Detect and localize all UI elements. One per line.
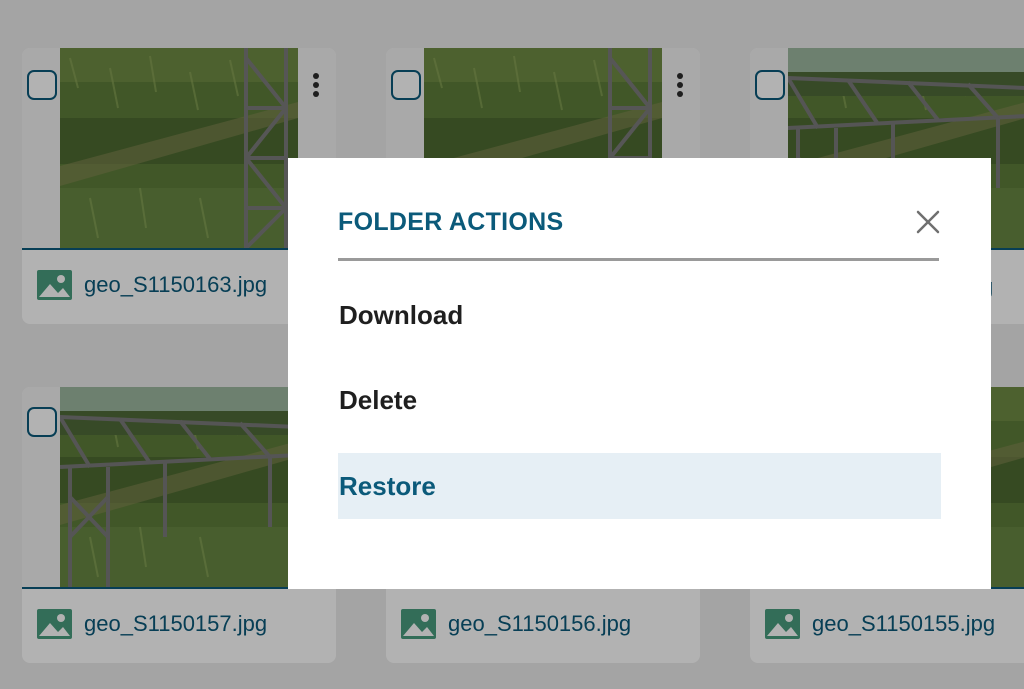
folder-actions-dialog: FOLDER ACTIONS Download Delete Restore (288, 158, 991, 589)
dialog-divider (338, 258, 939, 261)
menu-item-restore[interactable]: Restore (338, 453, 941, 519)
dialog-title: FOLDER ACTIONS (338, 208, 564, 236)
close-icon[interactable] (910, 204, 946, 240)
menu-item-delete[interactable]: Delete (338, 367, 941, 433)
menu-item-download[interactable]: Download (338, 282, 941, 348)
